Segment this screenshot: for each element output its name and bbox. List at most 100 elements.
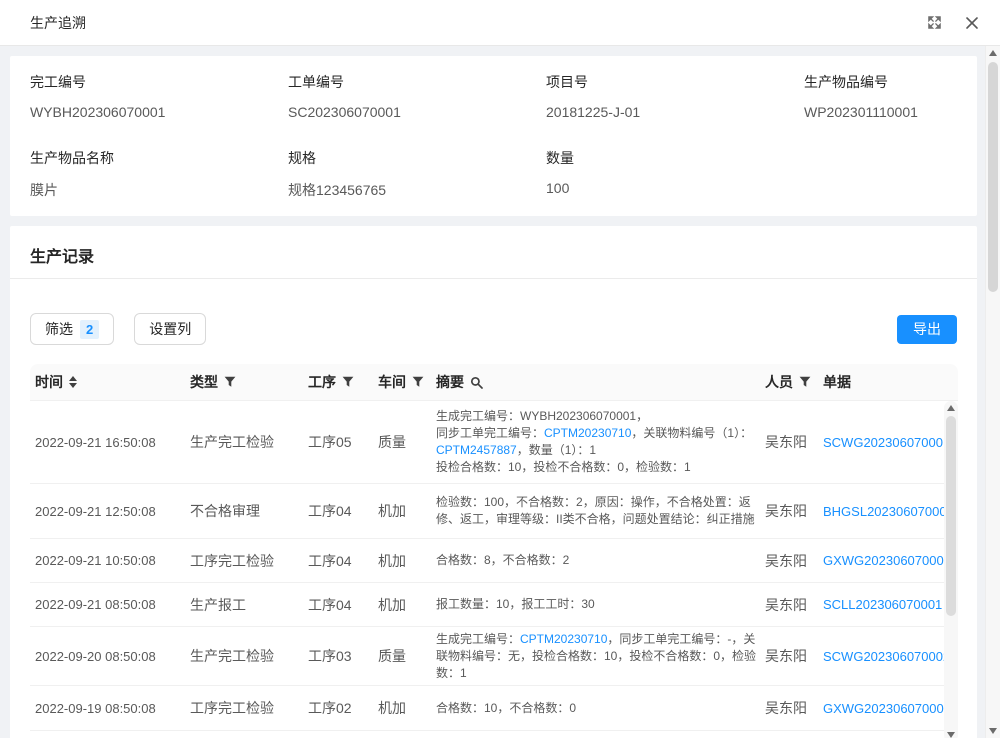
document-link[interactable]: SCWG202306070001 [823, 435, 944, 450]
summary-text: 合格数：8，不合格数：2 [436, 553, 569, 567]
cell-summary: 报工数量：10，报工工时：30 [431, 596, 760, 613]
summary-text: 检验数：100，不合格数：2，原因：操作，不合格处置：返修、返工，审理等级：II… [436, 495, 755, 526]
cell-document: SCLL202306070001 [818, 597, 944, 612]
column-header: 车间 [373, 364, 431, 400]
info-field: 数量 100 [546, 148, 804, 200]
cell-type: 工序完工检验 [185, 551, 303, 571]
cell-type: 生产报工 [185, 595, 303, 615]
section-title: 生产记录 [10, 226, 977, 278]
summary-link[interactable]: CPTM20230710 [520, 632, 607, 646]
modal-header: 生产追溯 [0, 0, 1000, 46]
cell-process: 工序03 [303, 646, 373, 666]
column-header: 时间 [30, 364, 185, 400]
fullscreen-icon[interactable] [926, 15, 942, 31]
field-value: 膜片 [30, 180, 288, 200]
cell-process: 工序02 [303, 698, 373, 718]
order-info-card: 完工编号 WYBH202306070001工单编号 SC202306070001… [10, 56, 977, 216]
export-button[interactable]: 导出 [897, 315, 957, 344]
document-link[interactable]: SCLL202306070001 [823, 597, 942, 612]
cell-summary: 合格数：8，不合格数：2 [431, 552, 760, 569]
cell-time: 2022-09-21 10:50:08 [30, 553, 185, 568]
field-value: 规格123456765 [288, 180, 546, 200]
column-header-label: 类型 [190, 372, 218, 392]
info-field: 项目号 20181225-J-01 [546, 72, 804, 120]
table-row: 2022-09-19 08:50:08生产报工工序01机加报工数量：10，报工工… [30, 731, 944, 738]
records-toolbar: 筛选 2 设置列 导出 [30, 313, 957, 345]
info-field: 规格 规格123456765 [288, 148, 546, 200]
summary-link[interactable]: CPTM20230710 [544, 426, 631, 440]
field-label: 完工编号 [30, 72, 288, 92]
cell-workshop: 质量 [373, 646, 431, 666]
cell-document: BHGSL202306070001 [818, 504, 944, 519]
document-link[interactable]: GXWG202306070001 [823, 553, 944, 568]
document-link[interactable]: GXWG202306070002 [823, 701, 944, 716]
field-label: 生产物品名称 [30, 148, 288, 168]
cell-person: 吴东阳 [760, 432, 818, 452]
table-row: 2022-09-20 08:50:08生产完工检验工序03质量生成完工编号：CP… [30, 627, 944, 686]
cell-workshop: 机加 [373, 698, 431, 718]
cell-person: 吴东阳 [760, 646, 818, 666]
cell-type: 工序完工检验 [185, 698, 303, 718]
records-table: 时间类型工序车间摘要人员单据 2022-09-21 16:50:08生产完工检验… [30, 364, 958, 738]
cell-process: 工序05 [303, 432, 373, 452]
filter-icon[interactable] [224, 376, 236, 388]
field-label: 数量 [546, 148, 804, 168]
field-value: 20181225-J-01 [546, 104, 804, 120]
sort-icon[interactable] [69, 376, 77, 388]
modal-body: 完工编号 WYBH202306070001工单编号 SC202306070001… [0, 46, 985, 738]
summary-link[interactable]: CPTM2457887 [436, 443, 517, 457]
cell-time: 2022-09-19 08:50:08 [30, 701, 185, 716]
cell-document: GXWG202306070001 [818, 553, 944, 568]
table-row: 2022-09-21 08:50:08生产报工工序04机加报工数量：10，报工工… [30, 583, 944, 627]
cell-person: 吴东阳 [760, 698, 818, 718]
search-icon[interactable] [470, 376, 483, 389]
cell-person: 吴东阳 [760, 595, 818, 615]
filter-button[interactable]: 筛选 2 [30, 313, 114, 345]
summary-text: 报工数量：10，报工工时：30 [436, 597, 595, 611]
table-row: 2022-09-21 12:50:08不合格审理工序04机加检验数：100，不合… [30, 484, 944, 539]
production-trace-modal: 生产追溯 [0, 0, 1000, 738]
info-field: 生产物品名称 膜片 [30, 148, 288, 200]
production-records-card: 生产记录 筛选 2 设置列 导出 时间类型工序车间摘要人员单据 2022-09-… [10, 226, 977, 738]
table-body: 2022-09-21 16:50:08生产完工检验工序05质量生成完工编号：WY… [30, 401, 944, 738]
table-scrollbar-thumb [946, 416, 956, 616]
field-label: 生产物品编号 [804, 72, 957, 92]
filter-count-badge: 2 [80, 320, 99, 339]
cell-workshop: 机加 [373, 501, 431, 521]
cell-document: SCWG202306070001 [818, 435, 944, 450]
cell-person: 吴东阳 [760, 501, 818, 521]
info-field: 完工编号 WYBH202306070001 [30, 72, 288, 120]
column-header: 单据 [818, 364, 944, 400]
column-header: 摘要 [431, 364, 760, 400]
table-header-row: 时间类型工序车间摘要人员单据 [30, 364, 958, 401]
cell-process: 工序04 [303, 501, 373, 521]
document-link[interactable]: SCWG202306070002 [823, 649, 944, 664]
cell-summary: 生成完工编号：CPTM20230710，同步工单完工编号：-，关联物料编号：无，… [431, 631, 760, 682]
set-columns-button[interactable]: 设置列 [134, 313, 206, 345]
cell-time: 2022-09-20 08:50:08 [30, 649, 185, 664]
column-header-label: 时间 [35, 372, 63, 392]
filter-icon[interactable] [342, 376, 354, 388]
cell-type: 不合格审理 [185, 501, 303, 521]
cell-workshop: 机加 [373, 551, 431, 571]
table-scrollbar[interactable] [944, 401, 958, 738]
cell-process: 工序04 [303, 551, 373, 571]
close-icon[interactable] [964, 15, 980, 31]
filter-icon[interactable] [799, 376, 811, 388]
page-scrollbar[interactable] [985, 46, 1000, 738]
filter-icon[interactable] [412, 376, 424, 388]
cell-time: 2022-09-21 08:50:08 [30, 597, 185, 612]
cell-process: 工序04 [303, 595, 373, 615]
field-value: SC202306070001 [288, 104, 546, 120]
cell-summary: 生成完工编号：WYBH202306070001， 同步工单完工编号：CPTM20… [431, 408, 760, 476]
summary-text: 合格数：10，不合格数：0 [436, 701, 576, 715]
column-header-label: 工序 [308, 372, 336, 392]
field-label: 工单编号 [288, 72, 546, 92]
column-header-label: 车间 [378, 372, 406, 392]
summary-text: 生成完工编号： [436, 632, 520, 646]
document-link[interactable]: BHGSL202306070001 [823, 504, 944, 519]
set-columns-label: 设置列 [149, 319, 191, 339]
info-field: 生产物品编号 WP202301110001 [804, 72, 957, 120]
column-header-label: 单据 [823, 372, 851, 392]
cell-workshop: 质量 [373, 432, 431, 452]
